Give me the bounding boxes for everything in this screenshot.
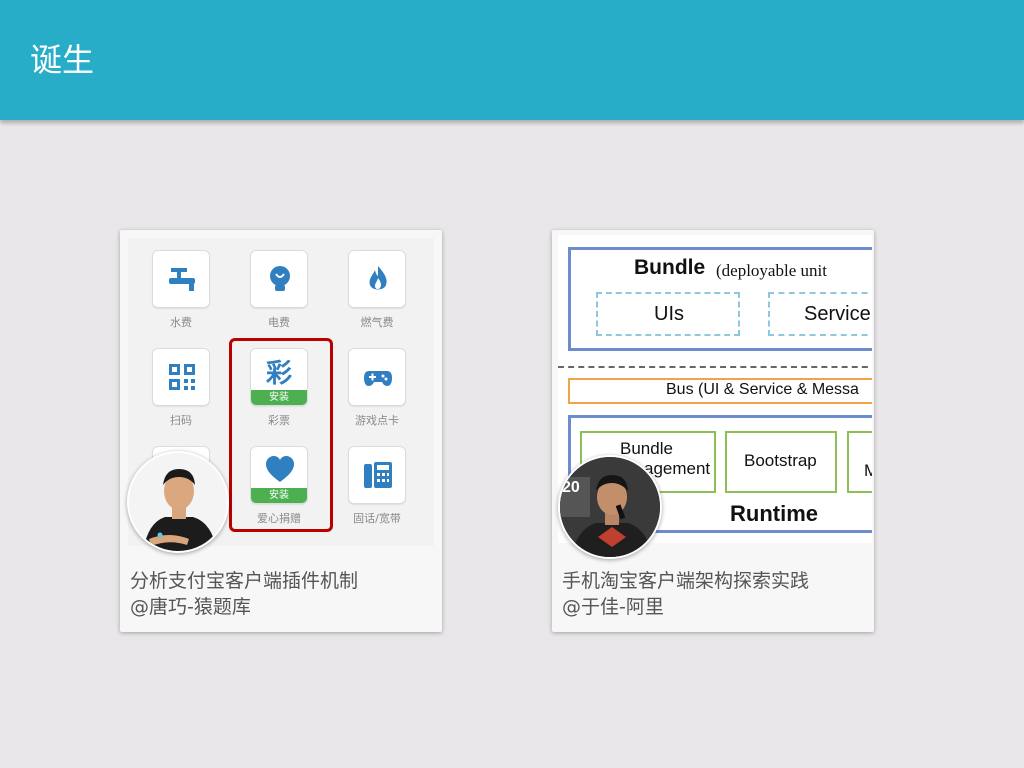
lightbulb-icon <box>270 266 290 291</box>
tile-label: 游戏点卡 <box>355 414 399 427</box>
bundle-heading: Bundle <box>634 256 706 279</box>
telephone-icon <box>364 462 392 488</box>
card-alipay-plugin[interactable]: 水费 电费 燃气费 扫码 彩 安装 彩票 游戏点卡 安装 爱心捐赠 固话/宽带 … <box>120 230 442 632</box>
highlight-frame <box>229 338 333 532</box>
tile-label: 固话/宽带 <box>353 512 401 525</box>
tile-gas <box>348 250 406 308</box>
card-taobao-architecture[interactable]: Bundle (deployable unit UIs Service Bus … <box>552 230 874 632</box>
tile-label: 水费 <box>170 316 192 329</box>
talk-title: 手机淘宝客户端架构探索实践 <box>562 570 810 592</box>
uis-label: UIs <box>654 303 684 325</box>
bootstrap-label: Bootstrap <box>744 451 817 470</box>
service-label: Service <box>804 303 871 325</box>
card-caption: 手机淘宝客户端架构探索实践 @于佳-阿里 <box>562 568 866 620</box>
header-bar: 诞生 <box>0 0 1024 120</box>
pager-dots <box>261 537 303 546</box>
person-photo-icon <box>129 453 227 551</box>
card-caption: 分析支付宝客户端插件机制 @唐巧-猿题库 <box>130 568 434 620</box>
tile-label: 燃气费 <box>360 316 394 329</box>
banner-text: 20 <box>562 479 580 496</box>
tile-label: 扫码 <box>170 414 192 427</box>
runtime-label: Runtime <box>730 501 818 526</box>
tile-phone <box>348 446 406 504</box>
avatar-yu-jia: 20 <box>558 455 662 559</box>
bundle-subheading: (deployable unit <box>716 261 827 280</box>
bundle-management-label: agement <box>644 459 711 478</box>
bus-label: Bus (UI & Service & Messa <box>666 381 859 398</box>
page-title: 诞生 <box>30 41 95 79</box>
talk-author: @于佳-阿里 <box>562 596 664 618</box>
tile-water <box>152 250 210 308</box>
talk-title: 分析支付宝客户端插件机制 <box>130 570 359 592</box>
flame-icon <box>369 266 387 290</box>
qr-code-icon <box>169 364 195 390</box>
faucet-icon <box>169 268 195 291</box>
speaker-photo-icon <box>560 457 660 557</box>
avatar-tang-qiao <box>127 451 229 553</box>
tile-electric <box>250 250 308 308</box>
tile-scan <box>152 348 210 406</box>
bundle-management-label: Bundle <box>620 439 673 458</box>
tile-label: 电费 <box>268 316 290 329</box>
tile-game <box>348 348 406 406</box>
m-label: M <box>864 461 872 480</box>
layer-separator <box>558 366 872 368</box>
gamepad-icon <box>364 371 392 386</box>
talk-author: @唐巧-猿题库 <box>130 596 251 618</box>
